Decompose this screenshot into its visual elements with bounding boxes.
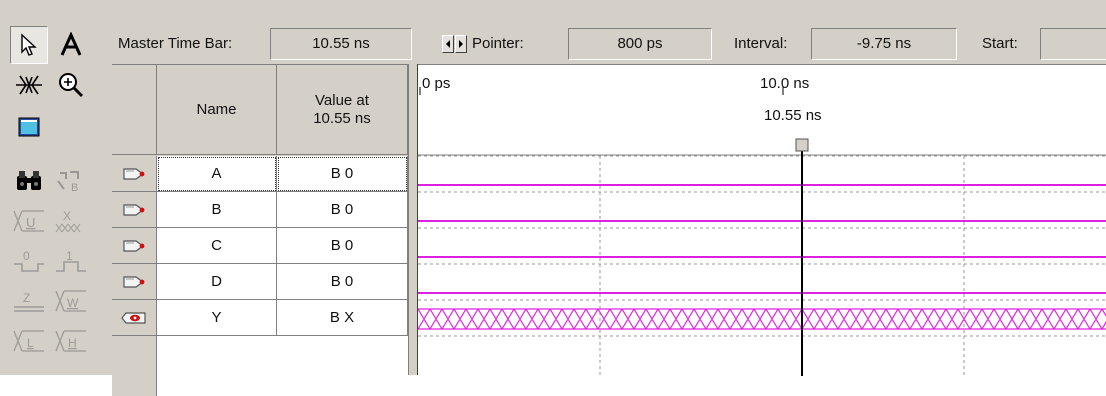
uninitialized-U-icon[interactable]: U <box>10 202 48 240</box>
magnifier-icon[interactable] <box>52 66 90 104</box>
table-row[interactable]: AB 0 <box>112 156 408 192</box>
master-time-bar: Master Time Bar: 10.55 ns Pointer: 800 p… <box>112 24 1106 64</box>
force-low-0-icon[interactable]: 0 <box>10 242 48 280</box>
pane-splitter[interactable] <box>408 64 418 375</box>
pointer-arrow-icon[interactable] <box>10 26 48 64</box>
svg-text:Z: Z <box>23 291 30 305</box>
start-field[interactable] <box>1040 28 1106 60</box>
svg-text:B: B <box>71 182 78 193</box>
start-label: Start: <box>982 35 1018 52</box>
input-pin-icon <box>112 192 157 228</box>
signal-value-cell: B 0 <box>277 228 408 264</box>
master-time-handle <box>795 138 809 152</box>
signal-trace-y <box>418 308 1106 330</box>
table-row[interactable]: DB 0 <box>112 264 408 300</box>
svg-text:W: W <box>67 296 79 310</box>
high-impedance-Z-icon[interactable]: Z <box>10 282 48 320</box>
signal-name-cell[interactable]: D <box>157 264 277 300</box>
time-start-label: 0 ps <box>422 75 451 92</box>
dont-care-X-icon[interactable]: X <box>52 202 90 240</box>
signal-table: Name Value at 10.55 ns AB 0BB 0CB 0DB 0Y… <box>112 64 408 396</box>
svg-text:U: U <box>26 215 35 230</box>
waveform-editor-window: B U X 0 1 Z W L H Master Time Bar: 10.55… <box>0 0 1106 396</box>
svg-text:0: 0 <box>23 249 30 263</box>
waveform-edit-icon[interactable] <box>10 66 48 104</box>
signal-name-cell[interactable]: C <box>157 228 277 264</box>
input-pin-icon <box>112 264 157 300</box>
table-row[interactable]: YB X <box>112 300 408 336</box>
pointer-label: Pointer: <box>472 35 524 52</box>
weak-unknown-W-icon[interactable]: W <box>52 282 90 320</box>
svg-text:X: X <box>63 209 71 223</box>
time-mark-label: 10.0 ns <box>760 75 810 92</box>
tool-palette: B U X 0 1 Z W L H <box>8 24 112 375</box>
input-pin-icon <box>112 156 157 192</box>
empty-cell <box>157 336 408 396</box>
binoculars-icon[interactable] <box>10 162 48 200</box>
signal-name-cell[interactable]: A <box>157 156 277 192</box>
table-row[interactable]: CB 0 <box>112 228 408 264</box>
input-pin-icon <box>112 228 157 264</box>
waveform-canvas[interactable] <box>418 65 1106 376</box>
master-time-bar-field[interactable]: 10.55 ns <box>270 28 412 60</box>
signal-name-cell[interactable]: Y <box>157 300 277 336</box>
svg-text:1: 1 <box>66 249 73 263</box>
table-row[interactable]: BB 0 <box>112 192 408 228</box>
signal-value-cell: B 0 <box>277 192 408 228</box>
master-marker-label: 10.55 ns <box>764 107 822 124</box>
full-screen-icon[interactable] <box>10 108 48 146</box>
signal-value-cell: B X <box>277 300 408 336</box>
signal-value-cell: B 0 <box>277 156 408 192</box>
empty-row-area <box>112 336 408 396</box>
weak-low-L-icon[interactable]: L <box>10 322 48 360</box>
name-column-header[interactable]: Name <box>157 65 277 155</box>
output-pin-icon <box>112 300 157 336</box>
scroll-left-arrow-icon[interactable] <box>442 35 454 53</box>
force-high-1-icon[interactable]: 1 <box>52 242 90 280</box>
svg-text:H: H <box>68 336 77 350</box>
waveform-pane[interactable]: 0 ps 10.0 ns 10.55 ns <box>418 64 1106 376</box>
replace-icon[interactable]: B <box>52 162 90 200</box>
pin-type-header <box>112 65 157 155</box>
scroll-right-arrow-icon[interactable] <box>455 35 467 53</box>
interval-field[interactable]: -9.75 ns <box>811 28 957 60</box>
master-time-bar-label: Master Time Bar: <box>118 35 233 52</box>
signal-value-cell: B 0 <box>277 264 408 300</box>
pointer-field[interactable]: 800 ps <box>568 28 712 60</box>
interval-label: Interval: <box>734 35 788 52</box>
value-column-header[interactable]: Value at 10.55 ns <box>277 65 408 155</box>
weak-high-H-icon[interactable]: H <box>52 322 90 360</box>
empty-pin-cell <box>112 336 157 396</box>
signal-name-cell[interactable]: B <box>157 192 277 228</box>
svg-text:L: L <box>27 336 34 350</box>
text-A-icon[interactable] <box>52 26 90 64</box>
